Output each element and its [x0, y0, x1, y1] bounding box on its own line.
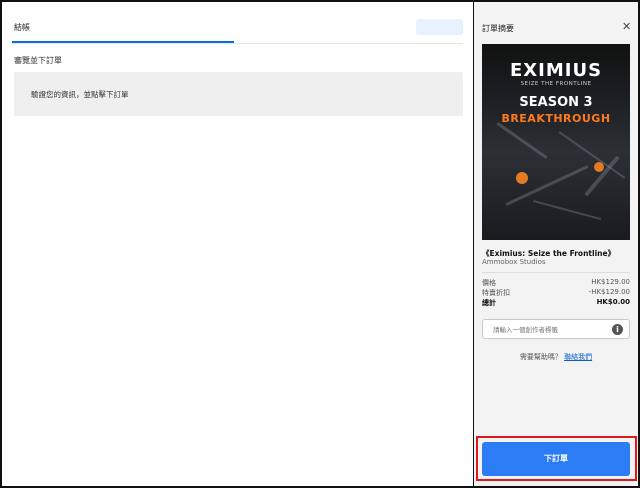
header-divider — [12, 43, 463, 44]
discount-row: 特賣折扣 -HK$129.00 — [482, 288, 630, 298]
creator-tag-field: i — [482, 319, 630, 339]
total-value: HK$0.00 — [596, 298, 630, 306]
contact-us-link[interactable]: 聯絡我們 — [564, 353, 592, 361]
total-row: 總計 HK$0.00 — [482, 298, 630, 308]
checkout-header: 結帳 — [2, 2, 473, 44]
price-value: HK$129.00 — [591, 278, 630, 286]
place-order-button[interactable]: 下訂單 — [482, 442, 630, 476]
price-row: 價格 HK$129.00 — [482, 278, 630, 288]
discount-value: -HK$129.00 — [588, 288, 630, 296]
summary-divider — [482, 272, 630, 273]
cover-tagline: SEIZE THE FRONTLINE — [520, 81, 592, 87]
total-label: 總計 — [482, 299, 496, 307]
info-icon[interactable]: i — [612, 324, 623, 335]
order-summary-panel: 訂單摘要 ✕ EXIMIUS SEIZE THE FRONTLINE SEASO… — [474, 2, 638, 486]
cover-season: SEASON 3 — [519, 95, 593, 110]
app-frame: 結帳 審覽並下訂單 驗證您的資訊，並點擊下訂單 訂單摘要 ✕ EXIMIUS S… — [0, 0, 640, 488]
checkout-subtitle: 審覽並下訂單 — [14, 56, 62, 65]
header-action-button[interactable] — [416, 19, 463, 35]
discount-label: 特賣折扣 — [482, 289, 510, 297]
notice-text: 驗證您的資訊，並點擊下訂單 — [31, 90, 129, 99]
help-section: 需要幫助嗎？ 聯絡我們 — [474, 352, 638, 362]
summary-title: 訂單摘要 — [482, 24, 514, 33]
studio-name: Ammobox Studios — [482, 258, 546, 266]
cover-subtitle: BREAKTHROUGH — [501, 112, 611, 125]
close-icon[interactable]: ✕ — [622, 20, 631, 33]
game-cover-image: EXIMIUS SEIZE THE FRONTLINE SEASON 3 BRE… — [482, 44, 630, 240]
checkout-panel: 結帳 審覽並下訂單 驗證您的資訊，並點擊下訂單 — [2, 2, 473, 486]
cover-logo: EXIMIUS — [509, 60, 603, 81]
help-text: 需要幫助嗎？ — [519, 353, 562, 361]
price-label: 價格 — [482, 279, 496, 287]
verification-notice: 驗證您的資訊，並點擊下訂單 — [14, 72, 463, 116]
checkout-title: 結帳 — [14, 23, 30, 32]
creator-tag-input[interactable] — [493, 324, 608, 335]
